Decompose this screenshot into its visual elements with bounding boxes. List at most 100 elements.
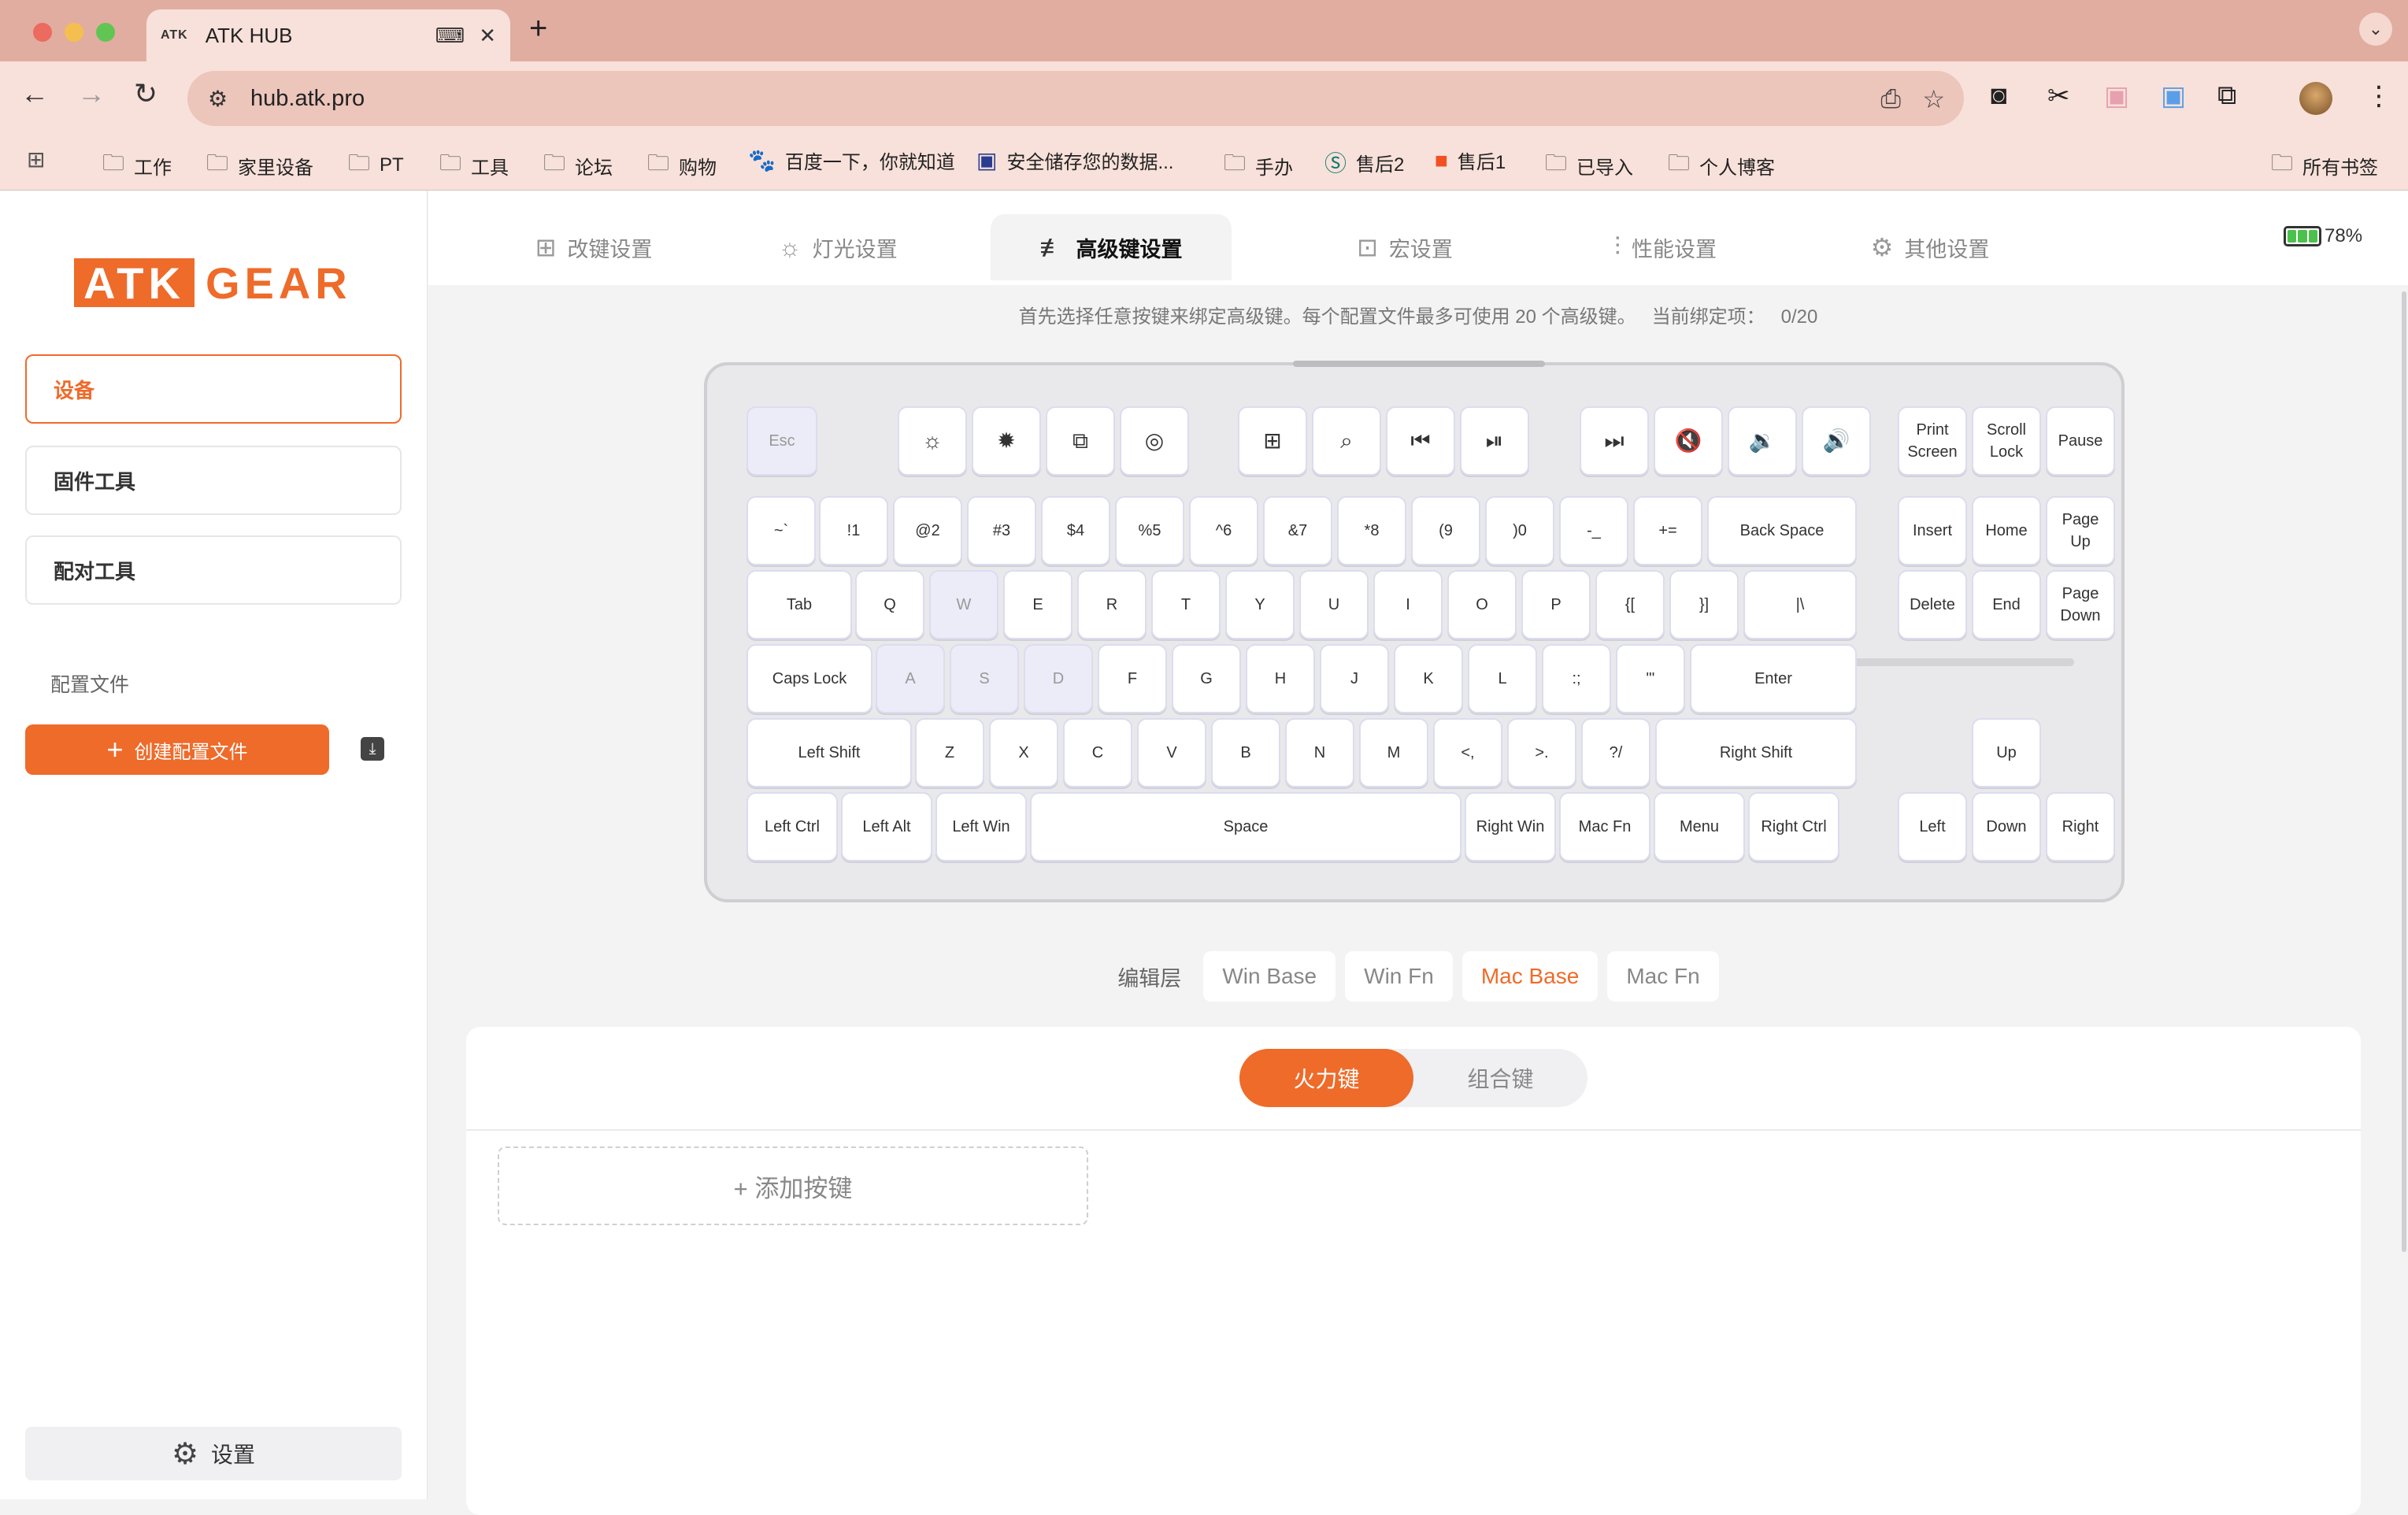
bookmark-item[interactable]: 🗀 PT [348, 146, 404, 184]
extension-tab-icon[interactable]: ◙ [1991, 80, 2007, 111]
mute-key[interactable]: 🔇 [1654, 406, 1723, 476]
volume-up-key[interactable]: 🔊 [1802, 406, 1871, 476]
key-menu[interactable]: Menu [1654, 792, 1745, 861]
tab-lighting[interactable]: ☼ 灯光设置 [767, 214, 909, 280]
volume-down-key[interactable]: 🔉 [1728, 406, 1797, 476]
maximize-window-button[interactable] [96, 23, 115, 42]
all-bookmarks[interactable]: 🗀 所有书签 [2271, 146, 2378, 184]
key-page-up[interactable]: Page Up [2046, 496, 2115, 565]
key-left-alt[interactable]: Left Alt [841, 792, 932, 861]
site-info-icon[interactable]: ⚙ [208, 86, 228, 112]
forward-button[interactable]: → [77, 77, 106, 110]
key-2[interactable]: @2 [893, 496, 962, 565]
tab-advanced-keys[interactable]: ≢ 高级键设置 [991, 214, 1232, 280]
reload-button[interactable]: ↻ [134, 77, 157, 110]
prev-track-key[interactable]: ⏮ [1386, 406, 1455, 476]
extension-blue-icon[interactable]: ▣ [2161, 80, 2186, 112]
key-page-down[interactable]: Page Down [2046, 570, 2115, 639]
key-[interactable]: "' [1616, 644, 1685, 713]
brightness-up-key[interactable]: ✹ [972, 406, 1041, 476]
bookmark-item[interactable]: 🗀 论坛 [543, 146, 613, 184]
key-j[interactable]: J [1320, 644, 1389, 713]
key-5[interactable]: %5 [1115, 496, 1184, 565]
create-profile-button[interactable]: + 创建配置文件 [25, 724, 329, 775]
key-space[interactable]: Space [1030, 792, 1461, 861]
back-button[interactable]: ← [20, 77, 49, 110]
key-c[interactable]: C [1063, 718, 1132, 787]
key-r[interactable]: R [1077, 570, 1147, 639]
key-back-space[interactable]: Back Space [1707, 496, 1857, 565]
bookmark-item[interactable]: 🗀 工具 [439, 146, 509, 184]
tab-search-chevron-icon[interactable]: ⌄ [2359, 13, 2392, 46]
key-s[interactable]: S [950, 644, 1019, 713]
minimize-window-button[interactable] [65, 23, 83, 42]
bookmark-item[interactable]: 🗀 家里设备 [206, 146, 313, 184]
bookmark-item[interactable]: 🐾 百度一下，你就知道 [748, 146, 955, 174]
tab-performance[interactable]: ⫶ 性能设置 [1591, 214, 1740, 280]
bookmark-item[interactable]: 🗀 购物 [647, 146, 717, 184]
search-key[interactable]: ⌕ [1312, 406, 1381, 476]
key-right-win[interactable]: Right Win [1465, 792, 1556, 861]
layer-win-fn[interactable]: Win Fn [1345, 951, 1453, 1002]
browser-tab[interactable]: ATK ATK HUB ⌨ ✕ [146, 9, 510, 61]
key-f[interactable]: F [1098, 644, 1167, 713]
page-scrollbar[interactable] [2402, 291, 2406, 1252]
key-[interactable]: ?/ [1581, 718, 1650, 787]
tab-keymap[interactable]: ⊞ 改键设置 [523, 214, 665, 280]
tab-other-settings[interactable]: ⚙ 其他设置 [1855, 214, 2005, 280]
sidebar-item-pairing-tools[interactable]: 配对工具 [25, 535, 402, 605]
key-4[interactable]: $4 [1041, 496, 1110, 565]
key-3[interactable]: #3 [967, 496, 1036, 565]
close-tab-icon[interactable]: ✕ [479, 24, 496, 48]
key-[interactable]: }] [1669, 570, 1739, 639]
close-window-button[interactable] [33, 23, 52, 42]
key-[interactable]: {[ [1595, 570, 1665, 639]
layer-mac-base[interactable]: Mac Base [1461, 951, 1599, 1002]
task-view-key[interactable]: ⧉ [1046, 406, 1115, 476]
key-enter[interactable]: Enter [1690, 644, 1857, 713]
bookmark-star-icon[interactable]: ☆ [1922, 84, 1945, 114]
sidebar-item-firmware-tools[interactable]: 固件工具 [25, 446, 402, 515]
key-[interactable]: ~` [746, 496, 816, 565]
extension-cut-icon[interactable]: ✂ [2047, 80, 2070, 112]
bookmark-item[interactable]: 🗀 工作 [102, 146, 172, 184]
key-t[interactable]: T [1151, 570, 1221, 639]
key-left-shift[interactable]: Left Shift [746, 718, 912, 787]
key-right-ctrl[interactable]: Right Ctrl [1748, 792, 1839, 861]
key-right-shift[interactable]: Right Shift [1655, 718, 1857, 787]
key-p[interactable]: P [1521, 570, 1591, 639]
key-left[interactable]: Left [1898, 792, 1967, 861]
key-l[interactable]: L [1468, 644, 1537, 713]
key-v[interactable]: V [1137, 718, 1206, 787]
key-7[interactable]: &7 [1263, 496, 1332, 565]
key-h[interactable]: H [1246, 644, 1315, 713]
play-pause-key[interactable]: ⏯ [1460, 406, 1529, 476]
bookmark-item[interactable]: Ⓢ 售后2 [1324, 146, 1404, 178]
address-bar[interactable]: ⚙ hub.atk.pro ⎙ ☆ [187, 71, 1964, 126]
combo-key-tab[interactable]: 组合键 [1413, 1049, 1587, 1107]
key-n[interactable]: N [1285, 718, 1354, 787]
key-[interactable]: :; [1542, 644, 1611, 713]
key-1[interactable]: !1 [819, 496, 888, 565]
key-d[interactable]: D [1024, 644, 1093, 713]
key-end[interactable]: End [1972, 570, 2041, 639]
key-pause[interactable]: Pause [2046, 406, 2115, 476]
extensions-puzzle-icon[interactable]: ⧉ [2217, 80, 2236, 111]
key-0[interactable]: )0 [1485, 496, 1554, 565]
key-[interactable]: >. [1507, 718, 1576, 787]
key-k[interactable]: K [1394, 644, 1463, 713]
key-esc[interactable]: Esc [746, 406, 817, 476]
key-caps-lock[interactable]: Caps Lock [746, 644, 872, 713]
key-right[interactable]: Right [2046, 792, 2115, 861]
key-y[interactable]: Y [1225, 570, 1295, 639]
bookmark-item[interactable]: ■ 售后1 [1435, 146, 1506, 174]
siri-key[interactable]: ◎ [1120, 406, 1189, 476]
apps-grid-icon[interactable]: ⊞ [27, 146, 45, 172]
bookmark-item[interactable]: 🗀 已导入 [1545, 146, 1633, 184]
key-x[interactable]: X [989, 718, 1058, 787]
key-left-win[interactable]: Left Win [935, 792, 1027, 861]
key-u[interactable]: U [1299, 570, 1369, 639]
tab-media-icon[interactable]: ⌨ [435, 24, 465, 48]
bookmark-item[interactable]: ▣ 安全储存您的数据... [976, 146, 1173, 174]
key-scroll-lock[interactable]: Scroll Lock [1972, 406, 2041, 476]
